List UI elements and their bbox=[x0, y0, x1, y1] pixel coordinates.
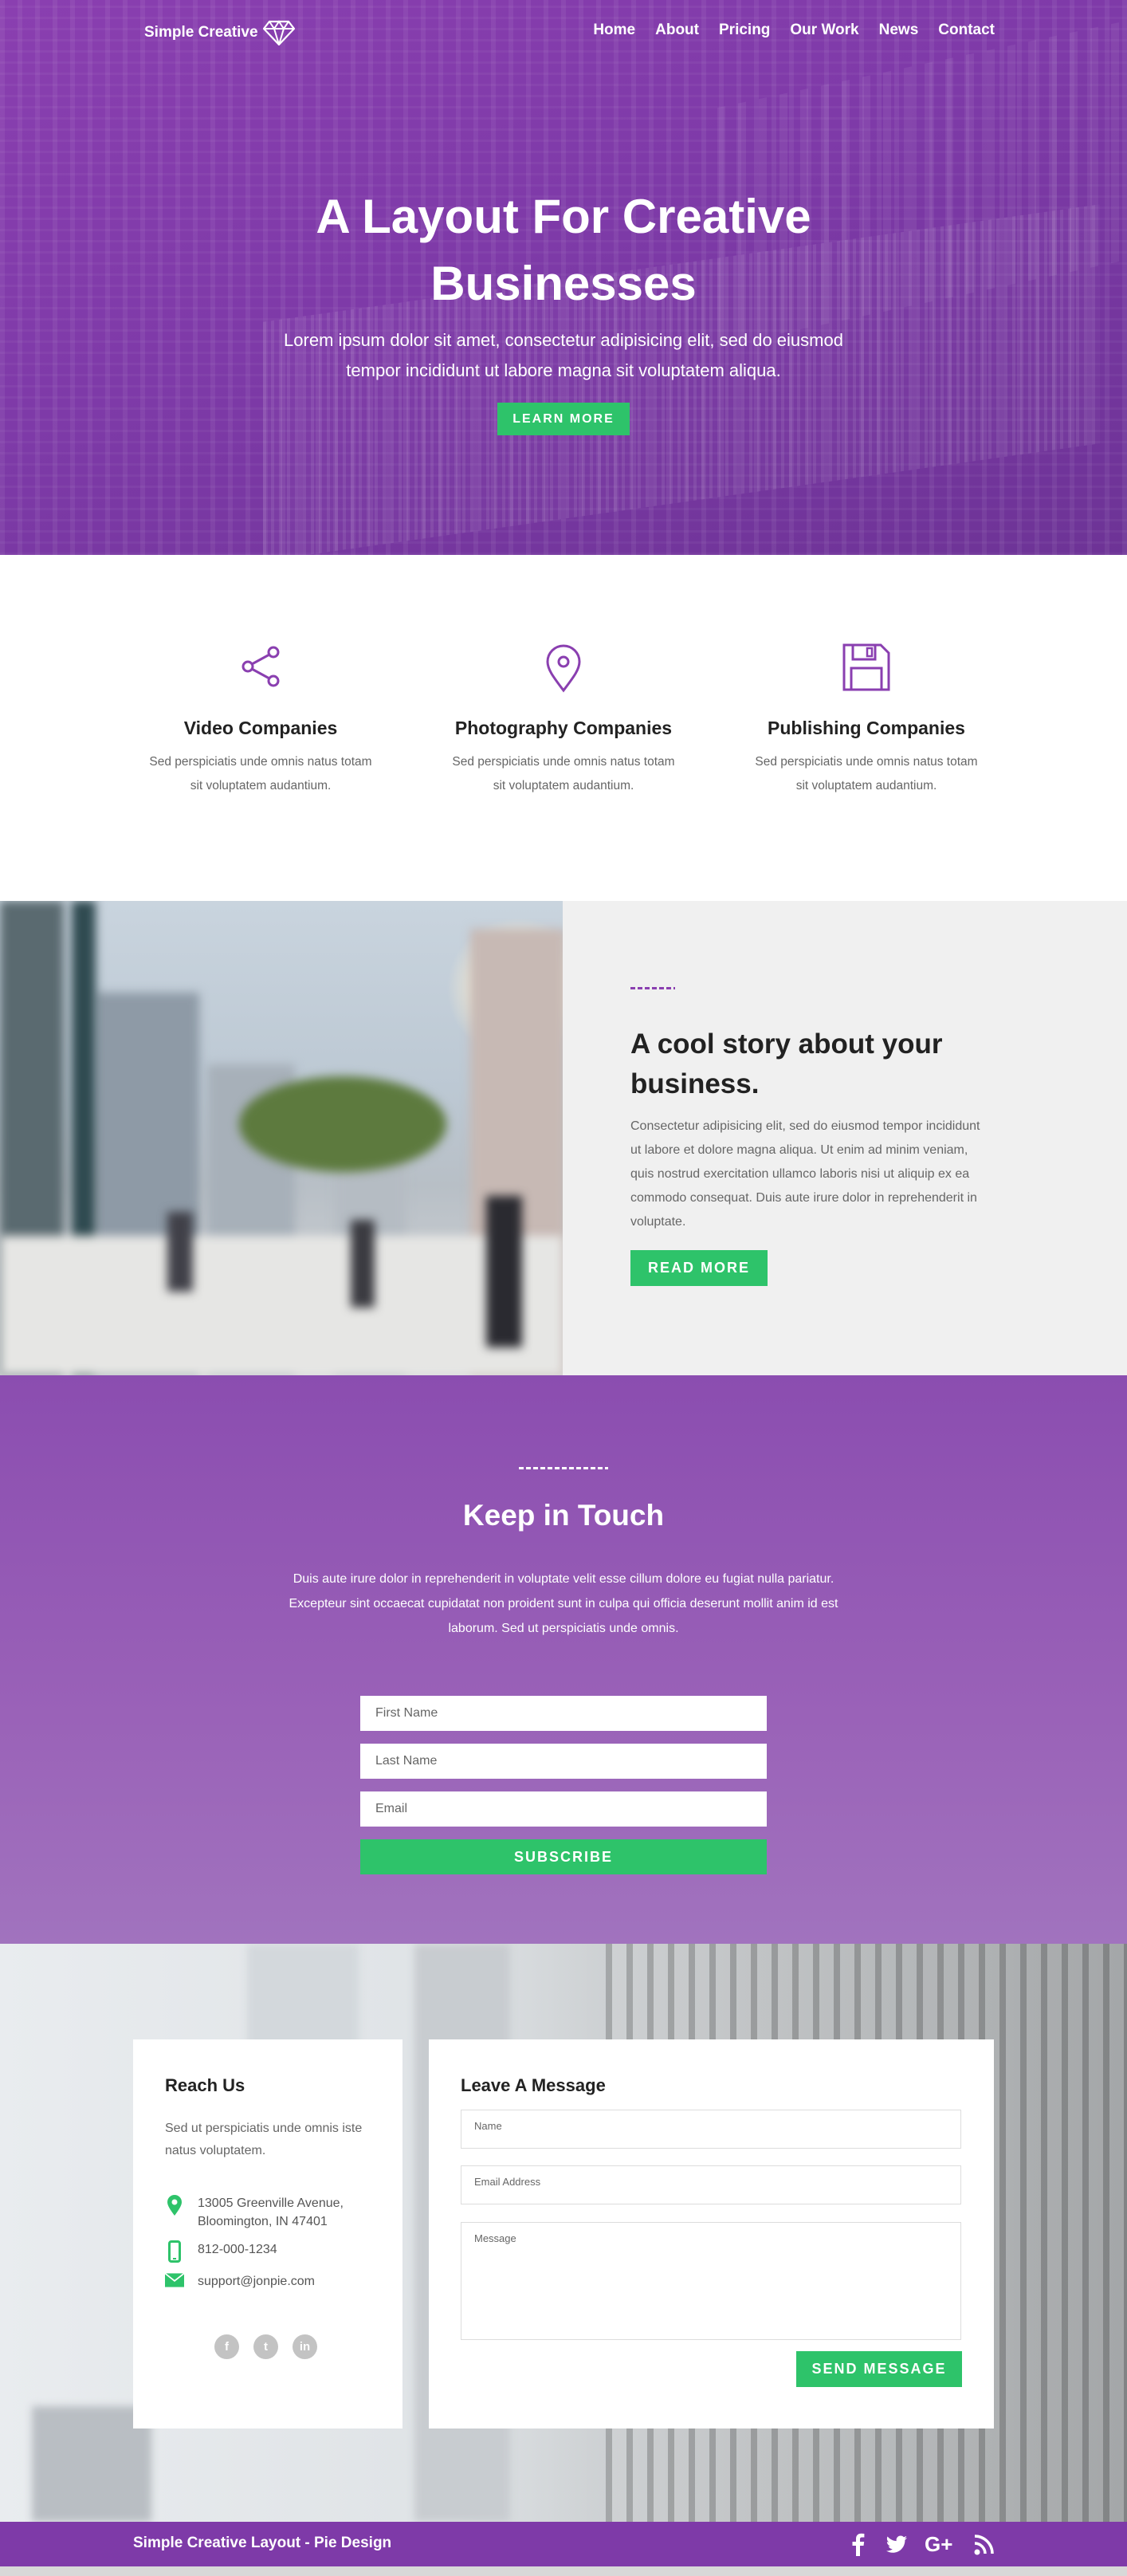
brand-logo[interactable]: Simple Creative bbox=[144, 20, 295, 45]
page: Simple Creative Home About Pricing Our W… bbox=[0, 0, 1127, 2576]
main-nav: Home About Pricing Our Work News Contact bbox=[593, 22, 995, 39]
footer: Simple Creative Layout - Pie Design G+ bbox=[0, 2522, 1127, 2566]
floppy-disk-icon bbox=[842, 643, 890, 691]
feature-text-line1: Sed perspiciatis unde omnis natus totam bbox=[755, 755, 978, 769]
email-address[interactable]: support@jonpie.com bbox=[198, 2272, 315, 2291]
nav-contact[interactable]: Contact bbox=[938, 22, 995, 39]
message-textarea[interactable]: Message bbox=[461, 2222, 961, 2340]
address-text: 13005 Greenville Avenue, Bloomington, IN … bbox=[198, 2194, 344, 2231]
message-form-title: Leave A Message bbox=[461, 2075, 606, 2095]
feature-text-line2: sit voluptatem audantium. bbox=[795, 779, 937, 792]
facebook-icon[interactable] bbox=[850, 2532, 867, 2556]
reach-us-text: Sed ut perspiciatis unde omnis iste natu… bbox=[165, 2122, 363, 2157]
story-title: A cool story about your business. bbox=[630, 1028, 943, 1099]
email-row: support@jonpie.com bbox=[165, 2272, 315, 2291]
newsletter-title: Keep in Touch bbox=[462, 1499, 665, 1532]
section-divider bbox=[630, 987, 675, 989]
reach-us-card: Reach Us Sed ut perspiciatis unde omnis … bbox=[133, 2039, 402, 2429]
nav-our-work[interactable]: Our Work bbox=[790, 22, 858, 39]
feature-text: Sed perspiciatis unde omnis natus totam s… bbox=[739, 750, 994, 798]
hero-title: A Layout For Creative Businesses bbox=[0, 183, 1127, 317]
twitter-icon[interactable]: t bbox=[253, 2334, 278, 2359]
address-line2: Bloomington, IN 47401 bbox=[198, 2215, 328, 2228]
feature-text: Sed perspiciatis unde omnis natus totam s… bbox=[436, 750, 691, 798]
message-form-card: Leave A Message Name Email Address Messa… bbox=[429, 2039, 994, 2429]
feature-text-line1: Sed perspiciatis unde omnis natus totam bbox=[452, 755, 675, 769]
diamond-icon bbox=[262, 20, 295, 45]
envelope-icon bbox=[165, 2272, 184, 2287]
nav-about[interactable]: About bbox=[655, 22, 699, 39]
share-icon bbox=[242, 646, 280, 687]
footer-text: Simple Creative Layout - Pie Design bbox=[133, 2535, 392, 2551]
address-line1: 13005 Greenville Avenue, bbox=[198, 2196, 344, 2210]
feature-title: Video Companies bbox=[183, 718, 338, 738]
newsletter-section: Keep in Touch Duis aute irure dolor in r… bbox=[0, 1375, 1127, 1944]
phone-number[interactable]: 812-000-1234 bbox=[198, 2240, 277, 2259]
hero-subtitle-line2: tempor incididunt ut labore magna sit vo… bbox=[346, 360, 781, 380]
subscribe-button[interactable]: SUBSCRIBE bbox=[360, 1839, 767, 1874]
contact-section: Reach Us Sed ut perspiciatis unde omnis … bbox=[0, 1944, 1127, 2522]
last-name-input[interactable] bbox=[360, 1744, 767, 1779]
section-divider bbox=[519, 1467, 608, 1469]
feature-text-line1: Sed perspiciatis unde omnis natus totam bbox=[149, 755, 372, 769]
name-field[interactable]: Name bbox=[461, 2110, 961, 2149]
twitter-icon[interactable] bbox=[885, 2532, 909, 2556]
brand-name: Simple Creative bbox=[144, 24, 258, 41]
feature-video: Video Companies Sed perspiciatis unde om… bbox=[133, 643, 388, 798]
google-plus-icon[interactable]: G+ bbox=[925, 2532, 956, 2556]
feature-publishing: Publishing Companies Sed perspiciatis un… bbox=[739, 643, 994, 798]
nav-news[interactable]: News bbox=[879, 22, 919, 39]
facebook-icon[interactable]: f bbox=[214, 2334, 239, 2359]
mobile-phone-icon bbox=[168, 2240, 181, 2263]
newsletter-text: Duis aute irure dolor in reprehenderit i… bbox=[289, 1572, 838, 1635]
story-section: A cool story about your business. Consec… bbox=[0, 901, 1127, 1375]
hero-subtitle: Lorem ipsum dolor sit amet, consectetur … bbox=[0, 325, 1127, 386]
hero-title-line2: Businesses bbox=[430, 257, 697, 310]
feature-text: Sed perspiciatis unde omnis natus totam s… bbox=[133, 750, 388, 798]
feature-photography: Photography Companies Sed perspiciatis u… bbox=[436, 643, 691, 798]
feature-text-line2: sit voluptatem audantium. bbox=[190, 779, 332, 792]
location-pin-icon bbox=[546, 644, 581, 693]
address-row: 13005 Greenville Avenue, Bloomington, IN … bbox=[165, 2194, 344, 2231]
social-links: f t in bbox=[214, 2334, 317, 2359]
nav-pricing[interactable]: Pricing bbox=[719, 22, 770, 39]
read-more-button[interactable]: READ MORE bbox=[630, 1250, 768, 1286]
hero-title-line1: A Layout For Creative bbox=[316, 190, 811, 243]
email-address-field[interactable]: Email Address bbox=[461, 2165, 961, 2204]
feature-title: Photography Companies bbox=[454, 718, 673, 738]
features-section: Video Companies Sed perspiciatis unde om… bbox=[0, 555, 1127, 901]
city-street-image bbox=[0, 901, 563, 1375]
phone-row: 812-000-1234 bbox=[165, 2240, 277, 2263]
linkedin-icon[interactable]: in bbox=[293, 2334, 317, 2359]
hero-subtitle-line1: Lorem ipsum dolor sit amet, consectetur … bbox=[284, 330, 843, 350]
map-marker-icon bbox=[167, 2195, 182, 2216]
feature-text-line2: sit voluptatem audantium. bbox=[493, 779, 634, 792]
feature-title: Publishing Companies bbox=[768, 718, 965, 738]
email-input[interactable] bbox=[360, 1791, 767, 1827]
bottom-scrollbar[interactable] bbox=[0, 2566, 1127, 2576]
svg-text:G+: G+ bbox=[925, 2532, 952, 2556]
hero-section: Simple Creative Home About Pricing Our W… bbox=[0, 0, 1127, 555]
story-text: Consectetur adipisicing elit, sed do eiu… bbox=[630, 1119, 980, 1229]
reach-us-title: Reach Us bbox=[165, 2075, 245, 2095]
learn-more-button[interactable]: LEARN MORE bbox=[497, 403, 630, 435]
rss-icon[interactable] bbox=[974, 2532, 995, 2556]
nav-home[interactable]: Home bbox=[593, 22, 635, 39]
send-message-button[interactable]: SEND MESSAGE bbox=[796, 2351, 962, 2387]
first-name-input[interactable] bbox=[360, 1696, 767, 1731]
